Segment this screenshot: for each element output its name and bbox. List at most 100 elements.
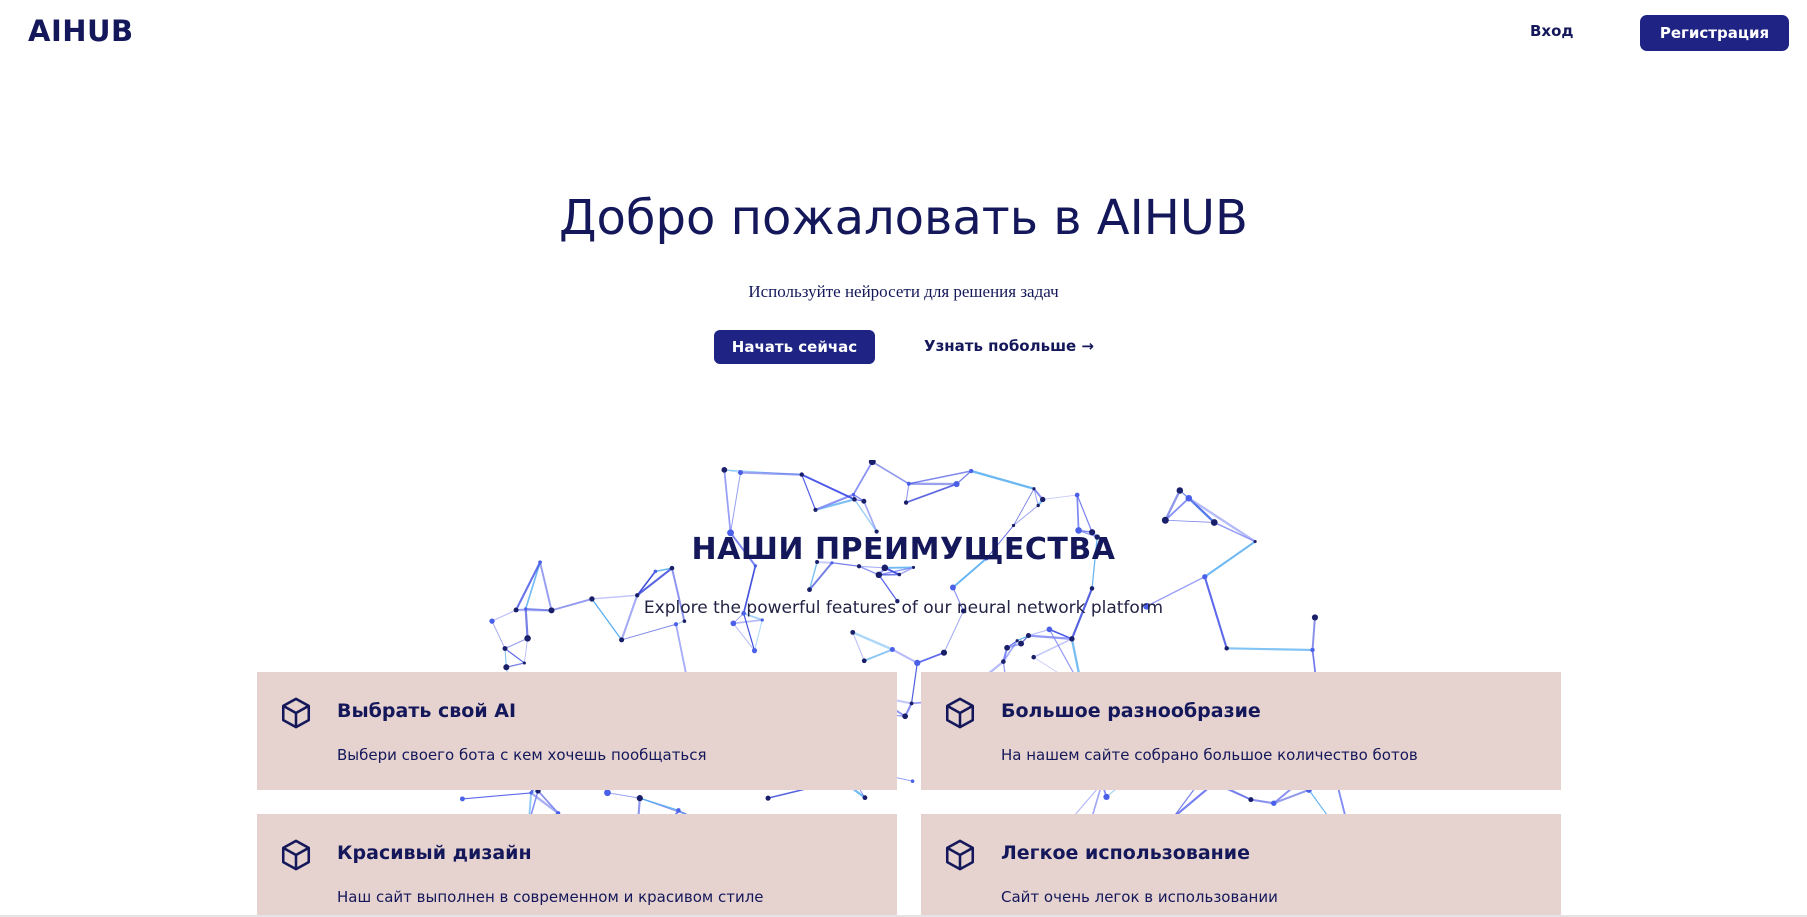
feature-card: Легкое использование Сайт очень легок в … bbox=[921, 814, 1561, 917]
network-node bbox=[1161, 516, 1169, 524]
network-link bbox=[891, 648, 918, 664]
network-node bbox=[813, 507, 818, 512]
network-node bbox=[875, 571, 883, 579]
network-node bbox=[765, 795, 771, 801]
feature-description: Выбери своего бота с кем хочешь пообщать… bbox=[337, 746, 707, 764]
network-node bbox=[861, 658, 867, 664]
feature-description: Сайт очень легок в использовании bbox=[1001, 888, 1278, 906]
learn-more-link[interactable]: Узнать побольше → bbox=[924, 337, 1094, 355]
hero-subtitle: Используйте нейросети для решения задач bbox=[748, 282, 1059, 301]
feature-card: Красивый дизайн Наш сайт выполнен в совр… bbox=[257, 814, 897, 917]
network-node bbox=[1202, 574, 1208, 580]
network-node bbox=[1185, 494, 1193, 502]
network-node bbox=[1032, 487, 1036, 491]
feature-description: Наш сайт выполнен в современном и красив… bbox=[337, 888, 764, 906]
network-link bbox=[905, 483, 910, 503]
register-button[interactable]: Регистрация bbox=[1640, 15, 1789, 51]
network-node bbox=[751, 648, 758, 654]
network-link bbox=[1033, 638, 1073, 658]
network-node bbox=[1025, 633, 1032, 639]
feature-description: На нашем сайте собрано большое количеств… bbox=[1001, 746, 1418, 764]
network-link bbox=[733, 619, 763, 625]
network-link bbox=[905, 483, 957, 504]
network-node bbox=[1271, 800, 1277, 806]
navbar: AIHUB Вход Регистрация bbox=[0, 0, 1807, 70]
login-link[interactable]: Вход bbox=[1530, 22, 1574, 40]
network-link bbox=[1013, 488, 1035, 526]
network-node bbox=[676, 808, 681, 813]
network-link bbox=[916, 651, 945, 664]
network-link bbox=[491, 620, 506, 649]
network-node bbox=[910, 779, 915, 783]
network-link bbox=[743, 613, 756, 651]
network-link bbox=[1164, 489, 1181, 521]
network-node bbox=[889, 647, 895, 652]
network-link bbox=[639, 797, 679, 811]
network-node bbox=[1224, 646, 1229, 651]
network-node bbox=[489, 618, 495, 624]
network-link bbox=[908, 470, 972, 485]
network-link bbox=[504, 648, 525, 664]
cube-icon bbox=[943, 696, 977, 730]
network-link bbox=[852, 461, 874, 495]
network-link bbox=[730, 472, 741, 533]
network-node bbox=[1074, 492, 1080, 498]
network-node bbox=[1046, 626, 1053, 633]
network-link bbox=[462, 792, 532, 800]
network-link bbox=[1273, 788, 1310, 805]
network-node bbox=[682, 619, 687, 623]
cube-icon bbox=[279, 696, 313, 730]
network-link bbox=[504, 637, 528, 650]
network-node bbox=[619, 637, 625, 643]
network-link bbox=[871, 460, 910, 485]
network-node bbox=[1210, 519, 1218, 526]
network-node bbox=[1040, 496, 1046, 503]
network-node bbox=[852, 497, 857, 502]
network-node bbox=[1036, 503, 1040, 508]
start-now-button[interactable]: Начать сейчас bbox=[714, 330, 875, 364]
network-node bbox=[861, 498, 867, 504]
feature-title: Легкое использование bbox=[1001, 842, 1250, 864]
network-link bbox=[754, 619, 763, 651]
network-node bbox=[906, 481, 911, 486]
network-link bbox=[1165, 519, 1215, 523]
network-node bbox=[636, 795, 643, 802]
network-link bbox=[1076, 494, 1093, 533]
network-node bbox=[851, 492, 856, 497]
network-node bbox=[953, 480, 960, 488]
network-link bbox=[732, 623, 755, 651]
feature-title: Большое разнообразие bbox=[1001, 700, 1261, 722]
logo[interactable]: AIHUB bbox=[28, 14, 134, 48]
network-link bbox=[1076, 494, 1080, 531]
network-node bbox=[459, 796, 465, 802]
network-link bbox=[1164, 497, 1190, 521]
network-node bbox=[1310, 647, 1315, 653]
network-link bbox=[1042, 494, 1078, 500]
network-node bbox=[524, 635, 531, 642]
network-node bbox=[897, 572, 902, 577]
feature-card: Большое разнообразие На нашем сайте собр… bbox=[921, 672, 1561, 790]
cube-icon bbox=[943, 838, 977, 872]
network-node bbox=[1089, 586, 1095, 591]
network-link bbox=[523, 638, 528, 664]
network-node bbox=[730, 620, 737, 627]
network-node bbox=[1011, 523, 1016, 528]
network-node bbox=[903, 500, 909, 505]
network-link bbox=[970, 469, 1035, 490]
network-node bbox=[503, 664, 510, 671]
network-node bbox=[949, 584, 956, 591]
network-link bbox=[1311, 617, 1316, 651]
cube-icon bbox=[279, 838, 313, 872]
network-node bbox=[653, 569, 658, 574]
network-node bbox=[737, 470, 744, 476]
network-node bbox=[799, 472, 804, 477]
network-node bbox=[760, 618, 764, 622]
network-node bbox=[673, 622, 679, 627]
network-link bbox=[607, 792, 640, 799]
network-node bbox=[1069, 636, 1075, 642]
network-link bbox=[1226, 647, 1313, 652]
network-link bbox=[723, 469, 732, 533]
network-link bbox=[1013, 505, 1039, 526]
network-node bbox=[502, 646, 508, 652]
features-subtitle: Explore the powerful features of our neu… bbox=[643, 598, 1164, 618]
